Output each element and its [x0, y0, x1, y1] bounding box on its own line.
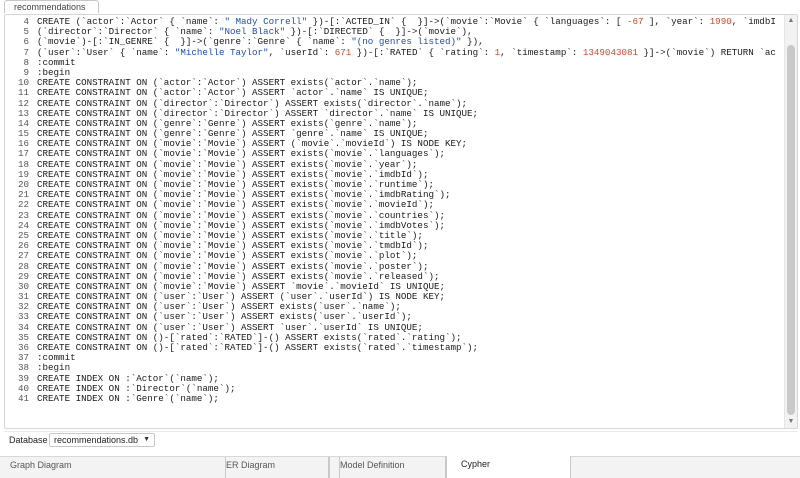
code-string: "Michelle Taylor" — [174, 46, 269, 58]
line-number: 6 — [23, 36, 29, 48]
code-line[interactable]: 41 CREATE INDEX ON :`Genre`(`name`); — [5, 392, 785, 404]
line-number: 7 — [23, 46, 29, 58]
line-number: 11 — [17, 87, 29, 99]
scrollbar-thumb[interactable] — [787, 45, 795, 415]
code-line[interactable]: 7 (`user`:`User` { `name`: "Michelle Tayl… — [5, 46, 785, 58]
document-tab-bar: recommendations — [0, 0, 800, 13]
line-number: 4 — [23, 17, 29, 27]
tab-graph-diagram[interactable]: Graph Diagram — [0, 457, 226, 478]
code-text: , `userId`: — [268, 46, 335, 58]
line-number: 27 — [17, 250, 29, 262]
scroll-up-icon[interactable]: ▲ — [785, 15, 797, 27]
code-text: , `imdbI — [731, 17, 776, 27]
code-text: , `timestamp`: — [500, 46, 583, 58]
chevron-down-icon: ▼ — [143, 436, 151, 443]
bottom-tab-bar: Graph Diagram ER Diagram Model Definitio… — [0, 456, 800, 478]
code-number: -67 — [626, 17, 644, 27]
line-number: 41 — [17, 392, 29, 404]
code-line[interactable]: 37:commit — [5, 352, 785, 363]
database-bar: Database recommendations.db ▼ — [4, 431, 798, 448]
cypher-editor[interactable]: 4 CREATE (`actor`:`Actor` { `name`: " Mad… — [4, 14, 798, 429]
code-line[interactable]: 8:commit — [5, 56, 785, 68]
database-select-value: recommendations.db — [54, 435, 139, 445]
tab-spacer-23 — [0, 457, 10, 478]
code-number: 671 — [334, 46, 352, 58]
code-area[interactable]: 4 CREATE (`actor`:`Actor` { `name`: " Mad… — [5, 17, 785, 426]
tab-model-definition[interactable]: Model Definition — [330, 457, 446, 478]
tab-recommendations[interactable]: recommendations — [4, 0, 99, 13]
scroll-down-icon[interactable]: ▼ — [785, 416, 797, 428]
tab-cypher-label: Cypher — [461, 459, 491, 469]
tab-cypher[interactable]: Cypher — [446, 456, 571, 478]
code-text: CREATE INDEX ON :`Genre`(`name`); — [37, 392, 219, 404]
code-text: })-[:`RATED` { `rating`: — [351, 46, 495, 58]
code-text: }]->(`movie`) RETURN `ac — [638, 46, 776, 58]
vertical-scrollbar[interactable]: ▲ ▼ — [784, 15, 797, 428]
code-line[interactable]: 36 CREATE CONSTRAINT ON ()-[`rated`:`RATE… — [5, 342, 785, 353]
code-number: 1349043081 — [582, 46, 639, 58]
code-text: CREATE CONSTRAINT ON ()-[`rated`:`RATED`… — [37, 342, 479, 353]
tab-model-definition-label: Model Definition — [340, 460, 405, 470]
line-number: 5 — [23, 26, 29, 38]
tab-er-diagram-box — [214, 457, 330, 478]
database-select[interactable]: recommendations.db ▼ — [49, 433, 156, 447]
line-number: 8 — [23, 56, 29, 68]
code-text: ], `year`: — [643, 17, 710, 27]
database-label: Database — [9, 435, 48, 445]
code-number: 1990 — [709, 17, 732, 27]
